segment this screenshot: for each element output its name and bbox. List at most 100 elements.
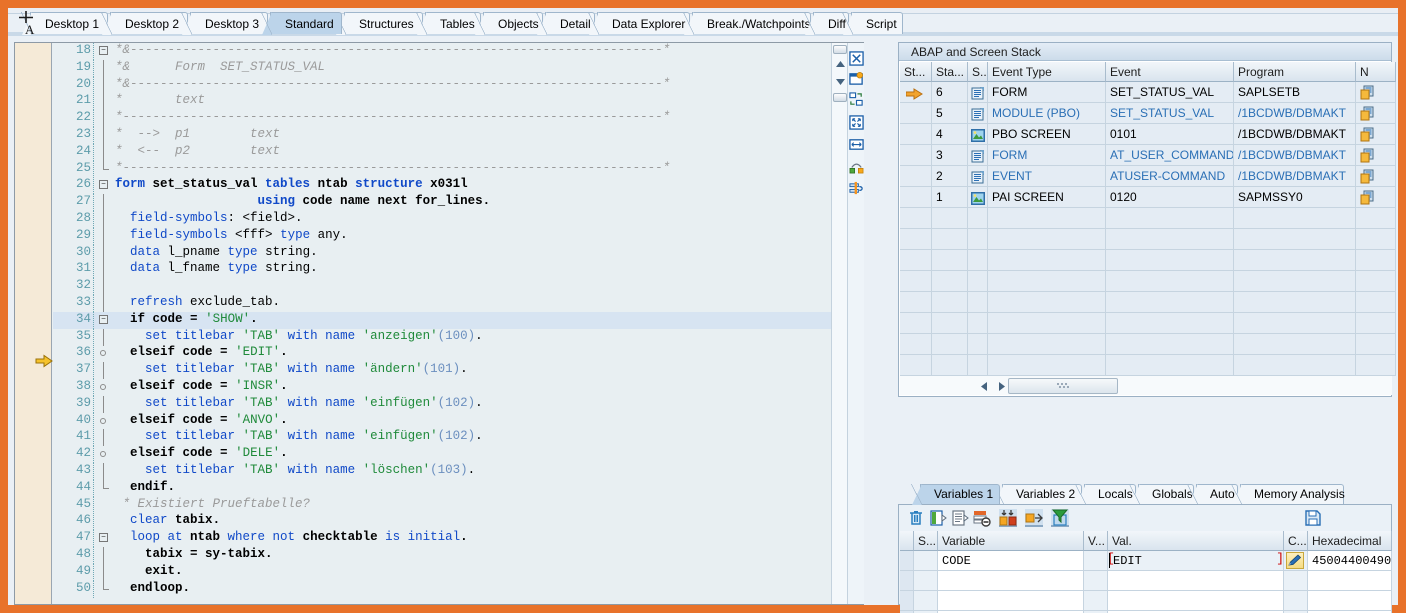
stack-cell[interactable] [900,103,932,124]
variables-empty-cell[interactable] [1308,591,1392,611]
fold-branch-icon[interactable] [100,383,106,390]
stack-empty-cell[interactable] [900,355,932,376]
stack-empty-cell[interactable] [968,313,988,334]
stack-cell[interactable]: FORM [988,82,1106,103]
stack-scroll-thumb[interactable] [1008,378,1118,394]
code-line[interactable]: 47− loop at ntab where not checktable is… [53,530,863,548]
stack-empty-cell[interactable] [988,250,1106,271]
stack-cell[interactable] [1356,166,1396,187]
code-line[interactable]: 26− form set_status_val tables ntab struc… [53,177,863,195]
variables-tab-globals[interactable]: Globals [1129,484,1194,505]
variables-empty-cell[interactable] [1084,591,1108,611]
stack-empty-cell[interactable] [1234,250,1356,271]
variables-empty-cell[interactable] [1284,591,1308,611]
stack-empty-cell[interactable] [1106,229,1234,250]
stack-empty-cell[interactable] [1106,250,1234,271]
stack-empty-cell[interactable] [932,313,968,334]
variables-cell[interactable] [1284,551,1308,571]
stack-cell[interactable]: SAPLSETB [1234,82,1356,103]
stack-empty-cell[interactable] [988,292,1106,313]
stack-cell[interactable]: EVENT [988,166,1106,187]
fit-width-icon[interactable] [849,137,864,152]
stack-empty-cell[interactable] [968,334,988,355]
stack-cell[interactable]: /1BCDWB/DBMAKT [1234,124,1356,145]
variables-empty-cell[interactable] [900,571,914,591]
swap-windows-icon[interactable] [849,92,864,107]
stack-empty-cell[interactable] [988,208,1106,229]
pencil-edit-icon[interactable] [1286,552,1304,569]
stack-empty-cell[interactable] [1234,355,1356,376]
scroll-up-arrow-icon[interactable] [833,57,847,71]
maximize-icon[interactable] [849,115,864,130]
code-line[interactable]: 44 endif. [53,479,863,497]
stack-cell[interactable] [1356,124,1396,145]
stack-cell[interactable] [900,124,932,145]
code-line[interactable]: 27 using code name next for_lines. [53,194,863,212]
filter-icon[interactable] [1051,509,1069,527]
stack-empty-cell[interactable] [988,334,1106,355]
variables-empty-cell[interactable] [1108,571,1284,591]
variables-tab-variables-2[interactable]: Variables 2 [993,484,1082,505]
stack-empty-cell[interactable] [968,271,988,292]
stack-column-header[interactable]: S.. [968,62,988,82]
stack-cell[interactable]: /1BCDWB/DBMAKT [1234,145,1356,166]
stack-empty-cell[interactable] [900,334,932,355]
stack-cell[interactable]: 4 [932,124,968,145]
stack-empty-cell[interactable] [932,250,968,271]
stack-empty-cell[interactable] [988,355,1106,376]
stack-empty-cell[interactable] [900,229,932,250]
stack-cell[interactable]: /1BCDWB/DBMAKT [1234,103,1356,124]
stack-cell[interactable] [1356,103,1396,124]
stack-cell[interactable]: PAI SCREEN [988,187,1106,208]
delete-row-icon[interactable] [973,509,991,527]
desktop-tab-desktop-3[interactable]: Desktop 3 [181,12,268,35]
stack-empty-cell[interactable] [1106,292,1234,313]
stack-empty-cell[interactable] [988,313,1106,334]
stack-column-header[interactable]: Event Type [988,62,1106,82]
variables-tab-memory-analysis[interactable]: Memory Analysis [1231,484,1345,505]
stack-empty-cell[interactable] [1356,229,1396,250]
stack-empty-cell[interactable] [1356,313,1396,334]
stack-empty-cell[interactable] [968,355,988,376]
insert-row-after-icon[interactable] [951,509,969,527]
stack-cell[interactable] [1356,82,1396,103]
delete-trash-icon[interactable] [907,509,925,527]
stack-empty-cell[interactable] [1356,271,1396,292]
goto-stmt-icon[interactable] [849,159,864,174]
stack-cell[interactable] [968,82,988,103]
stack-empty-cell[interactable] [1356,355,1396,376]
note-icon[interactable] [1360,127,1375,144]
stack-cell[interactable]: 5 [932,103,968,124]
code-line[interactable]: 25 *-------------------------------------… [53,160,863,178]
stack-empty-cell[interactable] [1234,271,1356,292]
scroll-down-arrow-icon[interactable] [833,75,847,89]
code-line[interactable]: 34− if code = 'SHOW'. [53,311,863,329]
stack-cell[interactable]: SET_STATUS_VAL [1106,82,1234,103]
stack-column-header[interactable]: Program [1234,62,1356,82]
code-line[interactable]: 23 * --> p1 text [53,126,863,144]
desktop-tab-standard[interactable]: Standard [261,12,342,35]
stack-cell[interactable]: 6 [932,82,968,103]
code-line[interactable]: 28 field-symbols: <field>. [53,210,863,228]
variables-cell[interactable] [900,551,914,571]
variables-empty-cell[interactable] [938,571,1084,591]
fold-collapse-icon[interactable]: − [99,46,108,55]
code-line[interactable]: 33 refresh exclude_tab. [53,294,863,312]
desktop-tab-desktop-2[interactable]: Desktop 2 [101,12,188,35]
code-line[interactable]: 35 set titlebar 'TAB' with name 'anzeige… [53,328,863,346]
code-line[interactable]: 39 set titlebar 'TAB' with name 'einfüge… [53,395,863,413]
variables-cell[interactable]: 4500440049004 [1308,551,1392,571]
stack-cell[interactable]: 2 [932,166,968,187]
stack-empty-cell[interactable] [900,271,932,292]
code-line[interactable]: 22 *-------------------------------------… [53,110,863,128]
code-line[interactable]: 36 elseif code = 'EDIT'. [53,345,863,363]
stack-cell[interactable]: 1 [932,187,968,208]
note-icon[interactable] [1360,148,1375,165]
variables-empty-cell[interactable] [1284,571,1308,591]
code-line[interactable]: 30 data l_pname type string. [53,244,863,262]
stack-empty-cell[interactable] [932,208,968,229]
stack-empty-cell[interactable] [988,271,1106,292]
desktop-tab-script[interactable]: Script [842,12,903,35]
stack-empty-cell[interactable] [932,271,968,292]
note-icon[interactable] [1360,106,1375,123]
